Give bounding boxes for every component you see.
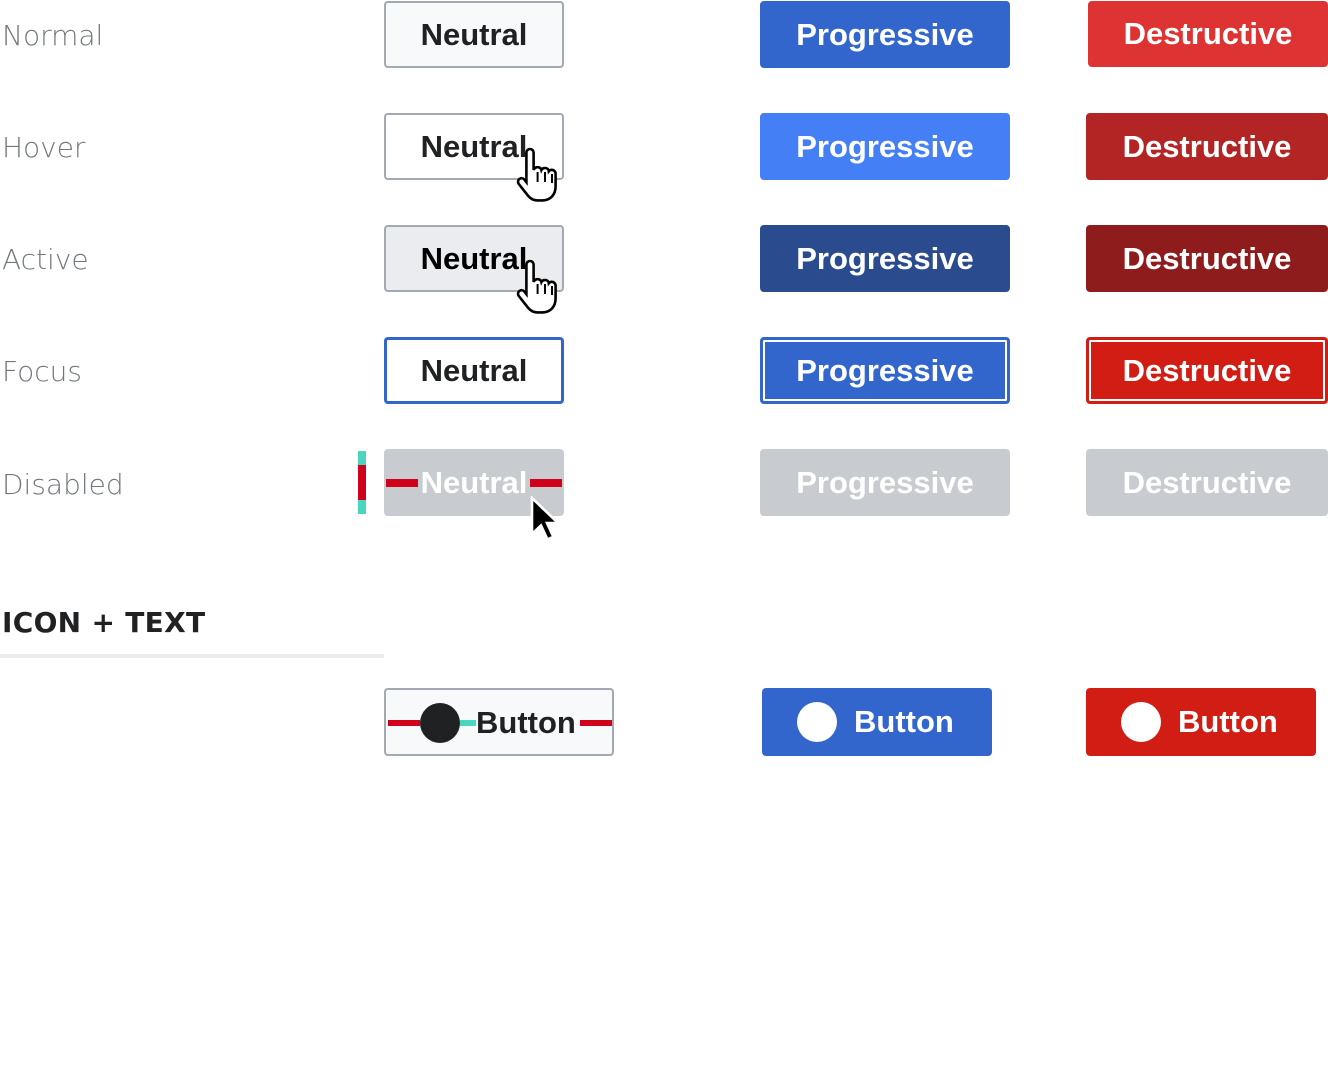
progressive-button-hover[interactable]: Progressive xyxy=(760,113,1010,180)
button-label: Button xyxy=(854,704,954,739)
button-label: Destructive xyxy=(1122,464,1292,500)
arrow-pointer-icon xyxy=(530,496,562,542)
spacing-annotation-right-padding xyxy=(580,720,612,726)
row-label-hover: Hover xyxy=(2,131,86,164)
button-label: Destructive xyxy=(1122,240,1292,276)
circle-icon xyxy=(1121,702,1161,742)
button-label: Neutral xyxy=(420,240,528,276)
row-label-disabled: Disabled xyxy=(2,468,124,501)
row-label-normal: Normal xyxy=(2,19,104,52)
button-label: Progressive xyxy=(796,16,974,52)
hand-pointer-icon xyxy=(516,259,557,314)
button-label: Neutral xyxy=(420,16,528,52)
button-label: Neutral xyxy=(420,128,528,164)
progressive-button-active[interactable]: Progressive xyxy=(760,225,1010,292)
button-label: Progressive xyxy=(796,128,974,164)
circle-icon xyxy=(797,702,837,742)
neutral-icon-button[interactable]: Button xyxy=(384,688,614,756)
spacing-annotation-vertical-inner xyxy=(358,465,366,500)
spacing-annotation-left-padding xyxy=(388,720,420,726)
destructive-button-hover[interactable]: Destructive xyxy=(1086,113,1328,180)
progressive-icon-button[interactable]: Button xyxy=(762,688,992,756)
row-label-focus: Focus xyxy=(2,355,82,388)
button-label: Destructive xyxy=(1122,352,1292,388)
spacing-annotation-icon-gap xyxy=(460,720,476,726)
row-label-active: Active xyxy=(2,243,89,276)
hand-pointer-icon xyxy=(516,147,557,202)
button-label: Button xyxy=(476,705,576,740)
button-label: Neutral xyxy=(420,352,528,388)
section-divider xyxy=(0,654,384,658)
progressive-button-focus[interactable]: Progressive xyxy=(760,337,1010,404)
destructive-icon-button[interactable]: Button xyxy=(1086,688,1316,756)
destructive-button-normal[interactable]: Destructive xyxy=(1088,1,1328,67)
circle-icon xyxy=(420,703,460,743)
button-label: Button xyxy=(1178,704,1278,739)
section-title-icon-text: ICON + TEXT xyxy=(2,606,206,639)
neutral-button-focus[interactable]: Neutral xyxy=(384,337,564,404)
destructive-button-active[interactable]: Destructive xyxy=(1086,225,1328,292)
button-label: Destructive xyxy=(1122,128,1292,164)
neutral-button-normal[interactable]: Neutral xyxy=(384,1,564,68)
button-label: Destructive xyxy=(1123,16,1293,51)
progressive-button-disabled: Progressive xyxy=(760,449,1010,516)
button-label: Progressive xyxy=(796,464,974,500)
spacing-annotation-right-padding xyxy=(530,479,562,487)
button-label: Neutral xyxy=(420,464,528,500)
progressive-button-normal[interactable]: Progressive xyxy=(760,1,1010,68)
destructive-button-focus[interactable]: Destructive xyxy=(1086,337,1328,404)
button-label: Progressive xyxy=(796,352,974,388)
button-label: Progressive xyxy=(796,240,974,276)
destructive-button-disabled: Destructive xyxy=(1086,449,1328,516)
spacing-annotation-left-padding xyxy=(386,479,418,487)
